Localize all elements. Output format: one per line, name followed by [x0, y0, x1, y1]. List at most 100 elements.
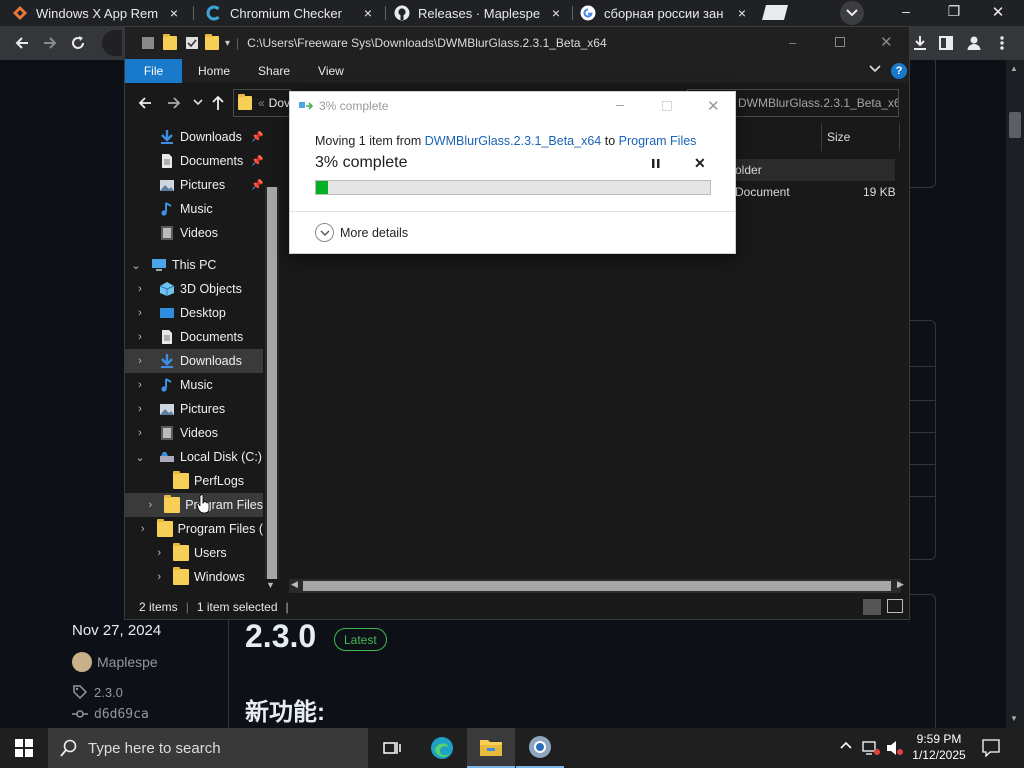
details-view-icon[interactable]: [863, 599, 881, 615]
nav-item-local-disk[interactable]: ⌄ Local Disk (C:): [125, 445, 263, 469]
nav-item-documents[interactable]: › Documents: [125, 325, 263, 349]
page-scroll-thumb[interactable]: [1009, 112, 1021, 138]
nav-item-windows[interactable]: › Windows: [125, 565, 263, 589]
expand-chevron-icon[interactable]: ⌄: [125, 451, 155, 464]
nav-item-desktop[interactable]: › Desktop: [125, 301, 263, 325]
task-view-button[interactable]: [368, 728, 416, 768]
scroll-left-icon[interactable]: ◀: [291, 579, 298, 590]
profile-button[interactable]: [962, 31, 986, 55]
collapse-chevron-icon[interactable]: ›: [125, 331, 155, 343]
source-folder-link[interactable]: DWMBlurGlass.2.3.1_Beta_x64: [425, 134, 601, 148]
new-tab-button[interactable]: [762, 5, 788, 20]
content-h-scroll-thumb[interactable]: [303, 581, 891, 591]
up-folder-icon[interactable]: [211, 95, 225, 111]
more-details-button[interactable]: More details: [315, 223, 408, 242]
nav-item-users[interactable]: › Users: [125, 541, 263, 565]
collapse-chevron-icon[interactable]: ›: [125, 427, 155, 439]
show-hidden-icons-chevron-up-icon[interactable]: [840, 740, 852, 750]
dialog-minimize-button[interactable]: –: [616, 96, 624, 112]
ribbon-tab-file[interactable]: File: [125, 59, 182, 83]
nav-item-pictures[interactable]: › Pictures: [125, 397, 263, 421]
collapse-chevron-icon[interactable]: ›: [125, 403, 155, 415]
address-bar[interactable]: [102, 30, 122, 56]
tab-close-icon[interactable]: ×: [734, 5, 750, 21]
address-box[interactable]: « Dov: [233, 89, 291, 117]
release-tag[interactable]: 2.3.0: [72, 684, 123, 700]
tab-google-search[interactable]: сборная россии зан ×: [572, 0, 758, 26]
back-button[interactable]: [10, 31, 34, 55]
nav-item-videos[interactable]: › Videos: [125, 421, 263, 445]
page-scrollbar[interactable]: [1006, 60, 1024, 728]
collapse-chevron-icon[interactable]: ›: [125, 547, 169, 559]
nav-item-program-files-x86[interactable]: › Program Files (: [125, 517, 263, 541]
tab-releases-maplespe[interactable]: Releases · Maplespe/I ×: [386, 0, 572, 26]
nav-item-music[interactable]: › Music: [125, 373, 263, 397]
destination-folder-link[interactable]: Program Files: [619, 134, 697, 148]
browser-maximize-button[interactable]: ❐: [944, 3, 964, 23]
collapse-chevron-icon[interactable]: ›: [125, 523, 153, 535]
forward-button[interactable]: [38, 31, 62, 55]
release-title[interactable]: 2.3.0: [245, 618, 316, 655]
large-icons-view-icon[interactable]: [887, 599, 903, 613]
taskbar-edge[interactable]: [418, 728, 466, 768]
ribbon-expand-icon[interactable]: [869, 63, 881, 75]
explorer-minimize-button[interactable]: –: [789, 35, 796, 50]
nav-item-perflogs[interactable]: PerfLogs: [125, 469, 263, 493]
collapse-chevron-icon[interactable]: ›: [125, 307, 155, 319]
collapse-chevron-icon[interactable]: ›: [125, 571, 169, 583]
side-panel-button[interactable]: [934, 31, 958, 55]
expand-chevron-icon[interactable]: ⌄: [125, 259, 147, 272]
nav-item-music-quick[interactable]: Music: [125, 197, 263, 221]
menu-button[interactable]: [990, 31, 1014, 55]
pause-button[interactable]: [648, 156, 664, 172]
ribbon-tab-share[interactable]: Share: [244, 59, 304, 83]
download-button[interactable]: [908, 31, 932, 55]
nav-item-program-files[interactable]: › Program Files: [125, 493, 263, 517]
tab-close-icon[interactable]: ×: [548, 5, 564, 21]
ribbon-tab-view[interactable]: View: [304, 59, 358, 83]
release-commit[interactable]: d6d69ca: [72, 706, 149, 722]
reload-button[interactable]: [66, 31, 90, 55]
tab-close-icon[interactable]: ×: [360, 5, 376, 21]
taskbar-search-box[interactable]: Type here to search: [48, 728, 368, 768]
collapse-chevron-icon[interactable]: ›: [125, 379, 155, 391]
nav-item-videos-quick[interactable]: Videos: [125, 221, 263, 245]
nav-item-downloads-quick[interactable]: Downloads 📌: [125, 125, 263, 149]
network-icon[interactable]: [862, 740, 880, 756]
nav-item-this-pc[interactable]: ⌄ This PC: [125, 253, 263, 277]
column-header-size[interactable]: Size: [827, 130, 850, 144]
tab-windows-x-app[interactable]: Windows X App Remc ×: [4, 0, 190, 26]
nav-scroll-down-icon[interactable]: ▼: [266, 580, 275, 590]
start-button[interactable]: [0, 728, 48, 768]
scroll-down-icon[interactable]: ▼: [1010, 714, 1018, 723]
volume-muted-icon[interactable]: [886, 740, 904, 756]
browser-close-button[interactable]: ✕: [988, 3, 1008, 23]
tab-search-button[interactable]: [840, 1, 864, 25]
release-author[interactable]: Maplespe: [72, 652, 158, 672]
tab-chromium-checker[interactable]: Chromium Checker ×: [198, 0, 384, 26]
explorer-maximize-button[interactable]: [835, 37, 845, 47]
ribbon-tab-home[interactable]: Home: [184, 59, 244, 83]
recent-locations-icon[interactable]: [193, 97, 203, 107]
cancel-operation-button[interactable]: ✕: [694, 155, 706, 172]
scroll-up-icon[interactable]: ▲: [1010, 64, 1018, 73]
help-icon[interactable]: ?: [891, 63, 907, 79]
nav-item-downloads[interactable]: › Downloads: [125, 349, 263, 373]
dialog-close-button[interactable]: ✕: [707, 97, 720, 115]
nav-pane-scroll-thumb[interactable]: [267, 187, 277, 579]
clock[interactable]: 9:59 PM 1/12/2025: [908, 731, 970, 763]
taskbar-file-explorer[interactable]: [467, 728, 515, 768]
browser-minimize-button[interactable]: –: [896, 3, 916, 23]
collapse-chevron-icon[interactable]: ›: [125, 499, 160, 511]
explorer-close-button[interactable]: ✕: [880, 33, 893, 51]
nav-item-documents-quick[interactable]: Documents 📌: [125, 149, 263, 173]
tab-close-icon[interactable]: ×: [166, 5, 182, 21]
explorer-back-icon[interactable]: [137, 95, 153, 111]
qat-dropdown-icon[interactable]: ▾: [225, 38, 230, 49]
nav-item-3d-objects[interactable]: › 3D Objects: [125, 277, 263, 301]
scroll-right-icon[interactable]: ▶: [897, 579, 904, 590]
taskbar-chromium[interactable]: [516, 728, 564, 768]
nav-item-pictures-quick[interactable]: Pictures 📌: [125, 173, 263, 197]
collapse-chevron-icon[interactable]: ›: [125, 355, 155, 367]
notifications-icon[interactable]: [982, 739, 1000, 757]
